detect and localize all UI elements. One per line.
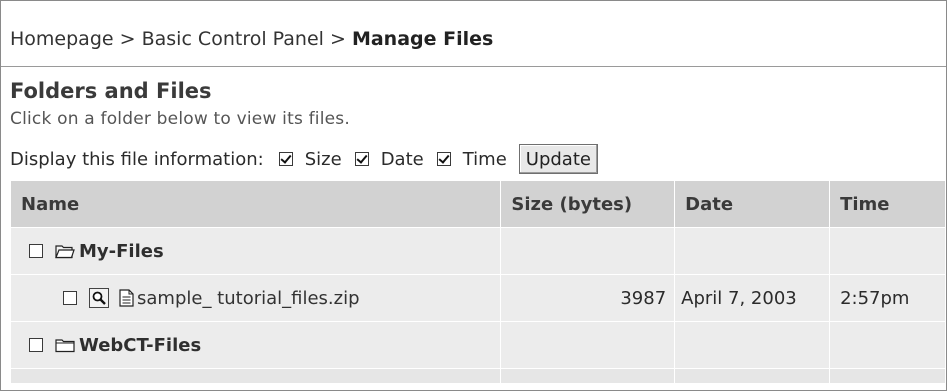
time-cell [829, 321, 946, 369]
time-cell [829, 227, 946, 275]
display-options-label: Display this file information: [10, 148, 264, 170]
column-header-date: Date [674, 180, 831, 228]
folder-name-link[interactable]: My-Files [79, 241, 164, 262]
table-footer-row [9, 368, 946, 384]
date-cell [674, 321, 831, 369]
table-row: WebCT-Files [9, 321, 946, 369]
time-checkbox[interactable] [436, 152, 451, 166]
date-option-label: Date [380, 148, 424, 170]
section-title: Folders and Files [10, 79, 212, 103]
breadcrumb: Homepage > Basic Control Panel > Manage … [10, 28, 493, 50]
date-cell [674, 227, 831, 275]
empty-cell [674, 368, 831, 384]
date-checkbox[interactable] [354, 152, 369, 166]
size-option-label: Size [304, 148, 342, 170]
row-select-checkbox[interactable] [63, 291, 77, 305]
size-checkbox[interactable] [278, 152, 293, 166]
row-select-checkbox[interactable] [29, 338, 43, 352]
table-row: sample_ tutorial_files.zip 3987 April 7,… [9, 274, 946, 322]
display-options-row: Display this file information: Size Date… [10, 144, 598, 174]
table-row: My-Files [9, 227, 946, 275]
date-cell: April 7, 2003 [674, 274, 831, 322]
time-option-label: Time [462, 148, 507, 170]
column-header-time: Time [829, 180, 946, 228]
column-header-size: Size (bytes) [500, 180, 676, 228]
divider [1, 66, 946, 67]
breadcrumb-basic-control-panel-link[interactable]: Basic Control Panel [142, 28, 324, 50]
empty-cell [9, 368, 502, 384]
manage-files-panel: Homepage > Basic Control Panel > Manage … [0, 0, 947, 391]
row-select-checkbox[interactable] [29, 244, 43, 258]
breadcrumb-current: Manage Files [351, 28, 494, 50]
open-folder-icon [55, 244, 75, 259]
name-cell: My-Files [9, 227, 502, 275]
empty-cell [500, 368, 676, 384]
empty-cell [829, 368, 946, 384]
file-name-link[interactable]: sample_ tutorial_files.zip [137, 288, 360, 309]
folder-name-link[interactable]: WebCT-Files [79, 335, 201, 356]
view-file-icon[interactable] [89, 288, 109, 308]
name-cell: WebCT-Files [9, 321, 502, 369]
update-button[interactable]: Update [518, 144, 598, 174]
time-cell: 2:57pm [829, 274, 946, 322]
instruction-text: Click on a folder below to view its file… [10, 109, 350, 129]
folder-icon [55, 338, 75, 353]
size-cell: 3987 [500, 274, 676, 322]
files-table: Name Size (bytes) Date Time My-Files sam… [9, 180, 946, 384]
breadcrumb-homepage-link[interactable]: Homepage [10, 28, 114, 50]
file-icon [119, 289, 134, 307]
column-header-name: Name [9, 180, 502, 228]
size-cell [500, 227, 676, 275]
table-header-row: Name Size (bytes) Date Time [9, 180, 946, 228]
size-cell [500, 321, 676, 369]
breadcrumb-separator: > [119, 28, 142, 50]
name-cell: sample_ tutorial_files.zip [9, 274, 502, 322]
breadcrumb-separator: > [329, 28, 352, 50]
